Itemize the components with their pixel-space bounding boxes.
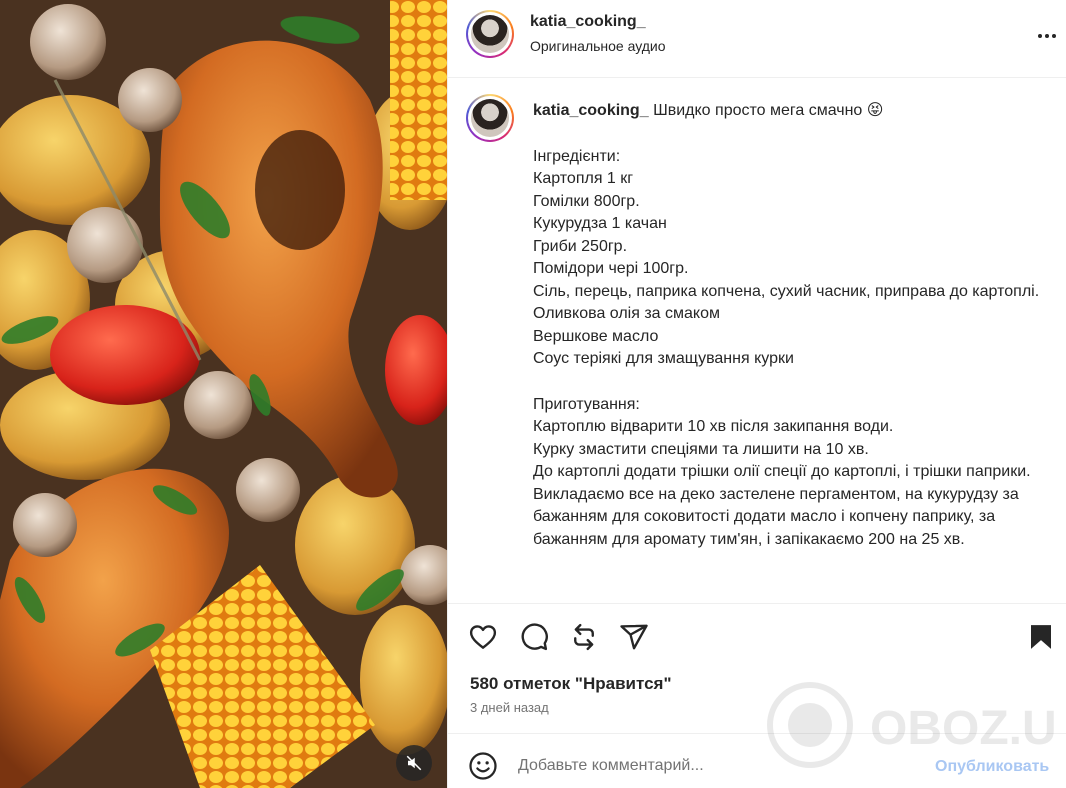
preparation-list: Приготування: Картоплю відварити 10 хв п…	[533, 394, 1043, 552]
speaker-muted-icon	[406, 755, 422, 771]
share-icon[interactable]	[619, 622, 649, 652]
action-bar: 580 отметок "Нравится" 3 дней назад	[448, 603, 1066, 733]
caption-username[interactable]: katia_cooking_	[533, 102, 649, 119]
ingredients-line: Помідори чері 100гр.	[533, 260, 689, 277]
mute-button[interactable]	[396, 745, 432, 781]
avatar[interactable]	[466, 10, 514, 58]
preparation-line: Картоплю відварити 10 хв після закипання…	[533, 418, 894, 435]
header-username[interactable]: katia_cooking_	[530, 13, 646, 31]
ingredients-line: Інгредієнти:	[533, 147, 621, 165]
preparation-line: Курку змастити спеціями та лишити на 10 …	[533, 440, 869, 458]
ingredients-list: Інгредієнти: Картопля 1 кг Гомілки 800гр…	[533, 146, 1043, 371]
ingredients-line: Вершкове масло	[533, 327, 659, 345]
caption-area[interactable]: katia_cooking_ Швидко просто мега смачно…	[448, 79, 1066, 603]
caption-text: katia_cooking_ Швидко просто мега смачно…	[533, 100, 1043, 551]
post-panel: katia_cooking_ Оригинальное аудио katia_…	[447, 0, 1066, 788]
smiley-icon[interactable]	[468, 751, 498, 781]
publish-button[interactable]: Опубликовать	[935, 758, 1049, 776]
ingredients-line: Сіль, перець, паприка копчена, сухий час…	[533, 282, 1040, 300]
likes-count[interactable]: 580 отметок "Нравится"	[470, 674, 672, 694]
audio-label[interactable]: Оригинальное аудио	[530, 38, 666, 54]
preparation-line: До картоплі додати трішки олії спеції до…	[533, 463, 1031, 480]
bookmark-icon[interactable]	[1026, 622, 1056, 652]
comment-icon[interactable]	[519, 622, 549, 652]
more-horizontal-icon[interactable]	[1035, 24, 1059, 48]
food-photo	[0, 0, 447, 788]
post-time[interactable]: 3 дней назад	[470, 700, 549, 715]
ingredients-line: Кукурудза 1 качан	[533, 215, 667, 232]
post-header: katia_cooking_ Оригинальное аудио	[448, 0, 1066, 78]
ingredients-line: Картопля 1 кг	[533, 170, 634, 187]
post-media[interactable]	[0, 0, 447, 788]
repost-icon[interactable]	[569, 622, 599, 652]
caption-headline: Швидко просто мега смачно	[653, 102, 863, 119]
preparation-line: Приготування:	[533, 395, 640, 413]
comment-input[interactable]	[518, 752, 918, 780]
ingredients-line: Гомілки 800гр.	[533, 192, 640, 210]
ingredients-line: Гриби 250гр.	[533, 237, 628, 255]
preparation-line: Викладаємо все на деко застелене пергаме…	[533, 485, 1024, 548]
comment-bar: Опубликовать	[448, 733, 1066, 788]
caption-emoji: 😝	[866, 102, 884, 119]
ingredients-line: Соус теріякі для змащування курки	[533, 350, 794, 367]
caption-avatar[interactable]	[466, 94, 514, 142]
ingredients-line: Оливкова олія за смаком	[533, 305, 720, 322]
heart-icon[interactable]	[468, 622, 498, 652]
